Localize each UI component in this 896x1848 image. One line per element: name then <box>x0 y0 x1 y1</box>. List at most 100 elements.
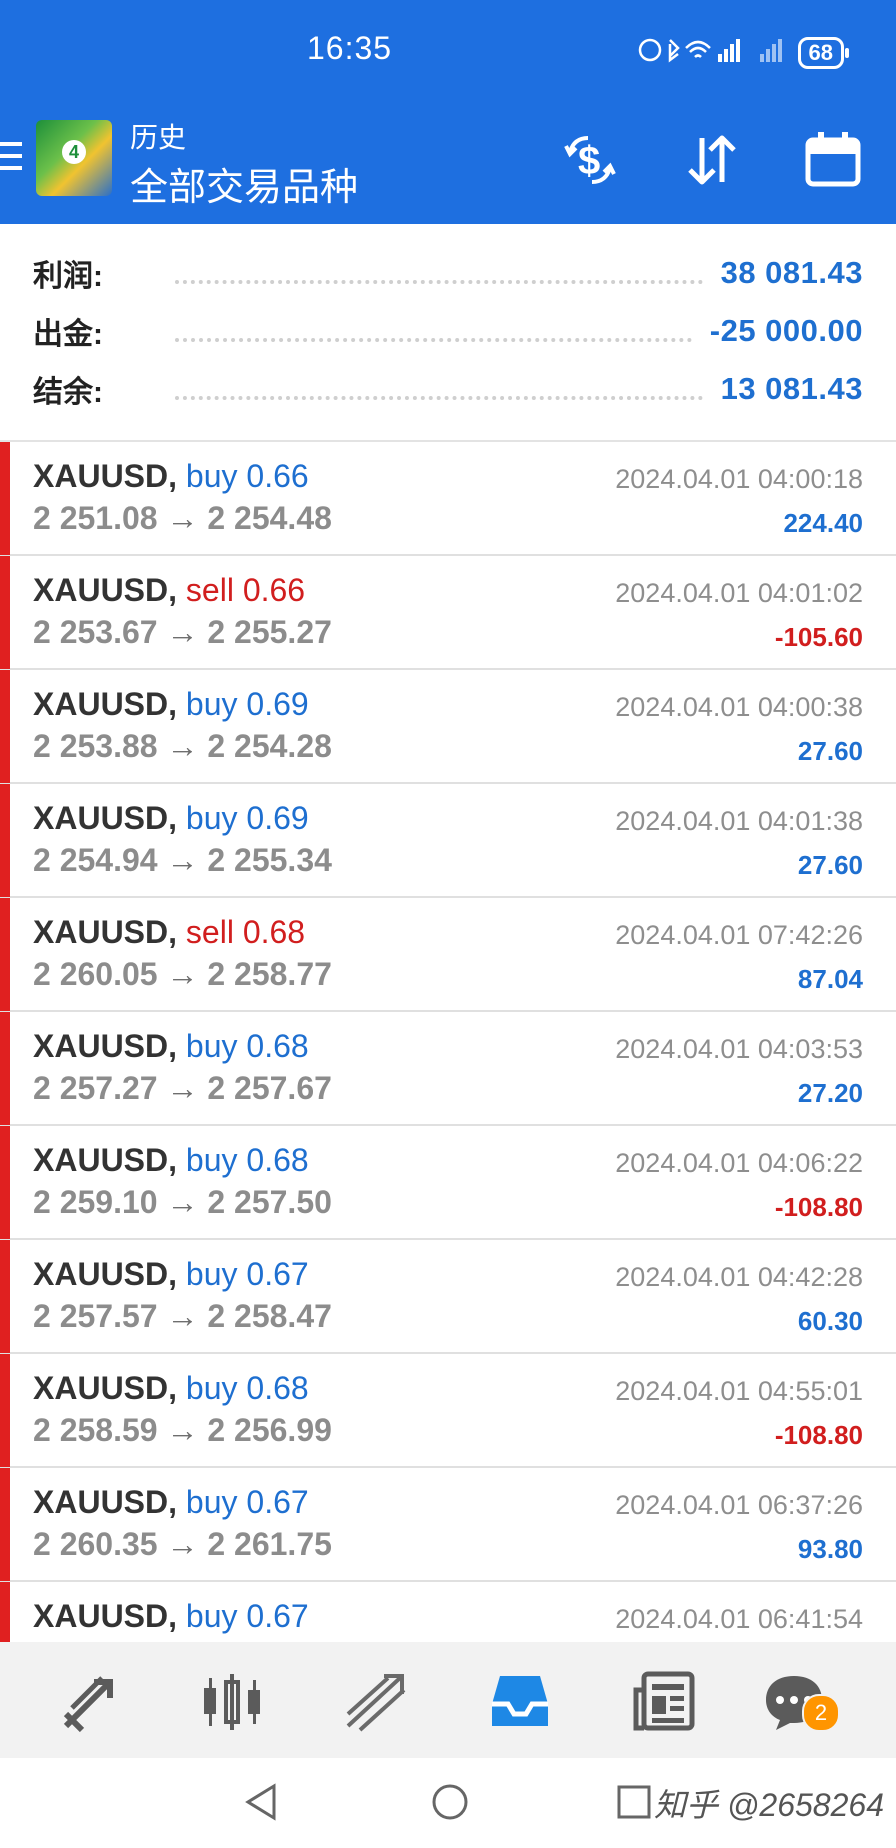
trade-symbol: XAUUSD, <box>33 1142 178 1178</box>
row-marker <box>0 1468 10 1581</box>
trade-profit: 224.40 <box>783 508 863 538</box>
trade-symbol: XAUUSD, <box>33 800 178 836</box>
trade-symbol-line: XAUUSD, buy 0.69 <box>33 800 309 837</box>
trade-symbol-line: XAUUSD, buy 0.66 <box>33 458 309 495</box>
page-title[interactable]: 全部交易品种 <box>130 156 358 211</box>
chat-badge: 2 <box>802 1694 840 1732</box>
sort-icon[interactable] <box>682 130 742 190</box>
close-price: 2 257.67 <box>207 1070 332 1106</box>
trade-time: 2024.04.01 04:00:18 <box>615 464 863 494</box>
close-price: 2 257.50 <box>207 1184 332 1220</box>
trade-type: buy 0.68 <box>185 1142 309 1178</box>
trade-row[interactable]: XAUUSD, buy 0.68 2 258.59 → 2 256.99 2024.… <box>0 1354 896 1468</box>
trade-symbol: XAUUSD, <box>33 1598 178 1634</box>
row-marker <box>0 556 10 669</box>
toolbar: 历史 全部交易品种 $ <box>0 100 896 224</box>
trade-profit: -108.80 <box>774 1420 863 1450</box>
chart-icon[interactable] <box>200 1670 264 1734</box>
row-marker <box>0 670 10 783</box>
trade-symbol: XAUUSD, <box>33 572 178 608</box>
row-marker <box>0 1240 10 1353</box>
back-icon[interactable] <box>242 1782 278 1827</box>
row-marker <box>0 1012 10 1125</box>
home-icon[interactable] <box>430 1782 470 1827</box>
trade-symbol: XAUUSD, <box>33 1028 178 1064</box>
row-marker <box>0 1582 10 1642</box>
trade-row[interactable]: XAUUSD, buy 0.67 2 257.57 → 2 258.47 2024.… <box>0 1240 896 1354</box>
open-price: 2 258.59 <box>33 1412 158 1448</box>
arrow-right-icon: → <box>166 1298 199 1334</box>
trade-symbol-line: XAUUSD, buy 0.67 <box>33 1484 309 1521</box>
history-icon[interactable] <box>488 1670 552 1734</box>
trade-prices: 2 260.05 → 2 258.77 <box>33 956 332 993</box>
open-price: 2 254.94 <box>33 842 158 878</box>
trade-row[interactable]: XAUUSD, buy 0.66 2 251.08 → 2 254.48 2024.… <box>0 442 896 556</box>
trade-symbol-line: XAUUSD, buy 0.68 <box>33 1142 309 1179</box>
summary-withdrawal-row: 出金: -25 000.00 <box>33 306 863 356</box>
app-header: 16:35 68 历史 全部交易品种 <box>0 0 896 224</box>
summary-balance-row: 结余: 13 081.43 <box>33 364 863 414</box>
trade-symbol-line: XAUUSD, buy 0.68 <box>33 1370 309 1407</box>
open-price: 2 260.05 <box>33 956 158 992</box>
trade-time: 2024.04.01 04:03:53 <box>615 1034 863 1064</box>
trade-type: buy 0.67 <box>185 1484 309 1520</box>
trade-time: 2024.04.01 04:42:28 <box>615 1262 863 1292</box>
trade-row[interactable]: XAUUSD, sell 0.66 2 253.67 → 2 255.27 2024… <box>0 556 896 670</box>
arrow-right-icon: → <box>166 614 199 650</box>
close-price: 2 254.28 <box>207 728 332 764</box>
trade-type: buy 0.69 <box>185 686 309 722</box>
currency-exchange-icon[interactable]: $ <box>560 130 620 190</box>
open-price: 2 259.10 <box>33 1184 158 1220</box>
calendar-icon[interactable] <box>803 130 863 190</box>
trade-prices: 2 257.57 → 2 258.47 <box>33 1298 332 1335</box>
arrow-right-icon: → <box>166 1070 199 1106</box>
app-logo <box>36 120 112 196</box>
trade-type: buy 0.66 <box>185 458 309 494</box>
trade-row[interactable]: XAUUSD, sell 0.68 2 260.05 → 2 258.77 2024… <box>0 898 896 1012</box>
arrow-right-icon: → <box>166 500 199 536</box>
trade-symbol: XAUUSD, <box>33 914 178 950</box>
summary-label: 出金: <box>33 318 103 351</box>
dotted-leader <box>175 262 703 284</box>
trade-history-list[interactable]: XAUUSD, buy 0.66 2 251.08 → 2 254.48 2024.… <box>0 442 896 1642</box>
arrow-right-icon: → <box>166 1184 199 1220</box>
close-price: 2 258.47 <box>207 1298 332 1334</box>
close-price: 2 261.75 <box>207 1526 332 1562</box>
trade-type: buy 0.67 <box>185 1256 309 1292</box>
arrow-right-icon: → <box>166 842 199 878</box>
trade-row[interactable]: XAUUSD, buy 0.68 2 259.10 → 2 257.50 2024.… <box>0 1126 896 1240</box>
trade-profit: 93.80 <box>797 1534 863 1564</box>
status-bar: 16:35 68 <box>0 0 896 100</box>
trade-symbol-line: XAUUSD, sell 0.68 <box>33 914 305 951</box>
menu-icon[interactable] <box>0 142 22 178</box>
trade-profit: 27.60 <box>797 850 863 880</box>
arrow-right-icon: → <box>166 1412 199 1448</box>
news-icon[interactable] <box>632 1670 696 1734</box>
trade-prices: 2 260.35 → 2 261.75 <box>33 1526 332 1563</box>
trade-time: 2024.04.01 04:01:38 <box>615 806 863 836</box>
trade-symbol: XAUUSD, <box>33 458 178 494</box>
row-marker <box>0 784 10 897</box>
trade-type: buy 0.69 <box>185 800 309 836</box>
trade-time: 2024.04.01 06:37:26 <box>615 1490 863 1520</box>
svg-text:$: $ <box>578 139 600 183</box>
trade-row[interactable]: XAUUSD, buy 0.69 2 253.88 → 2 254.28 2024.… <box>0 670 896 784</box>
quotes-icon[interactable] <box>58 1670 122 1734</box>
trade-profit: 60.30 <box>797 1306 863 1336</box>
trade-row[interactable]: XAUUSD, buy 0.69 2 254.94 → 2 255.34 2024.… <box>0 784 896 898</box>
trade-profit: -108.80 <box>774 1192 863 1222</box>
dotted-leader <box>175 378 703 400</box>
trade-symbol: XAUUSD, <box>33 1484 178 1520</box>
trade-row[interactable]: XAUUSD, buy 0.672 264.30 → 2 262.702024.… <box>0 1582 896 1642</box>
close-price: 2 254.48 <box>207 500 332 536</box>
system-nav-bar: 知乎 @2658264 <box>0 1758 896 1848</box>
trade-type: buy 0.68 <box>185 1370 309 1406</box>
battery-icon: 68 <box>797 37 850 69</box>
row-marker <box>0 442 10 555</box>
trade-symbol-line: XAUUSD, buy 0.68 <box>33 1028 309 1065</box>
trade-icon[interactable] <box>344 1670 408 1734</box>
trade-row[interactable]: XAUUSD, buy 0.68 2 257.27 → 2 257.67 2024.… <box>0 1012 896 1126</box>
trade-row[interactable]: XAUUSD, buy 0.67 2 260.35 → 2 261.75 2024.… <box>0 1468 896 1582</box>
recent-apps-icon[interactable] <box>616 1784 652 1825</box>
trade-symbol: XAUUSD, <box>33 686 178 722</box>
